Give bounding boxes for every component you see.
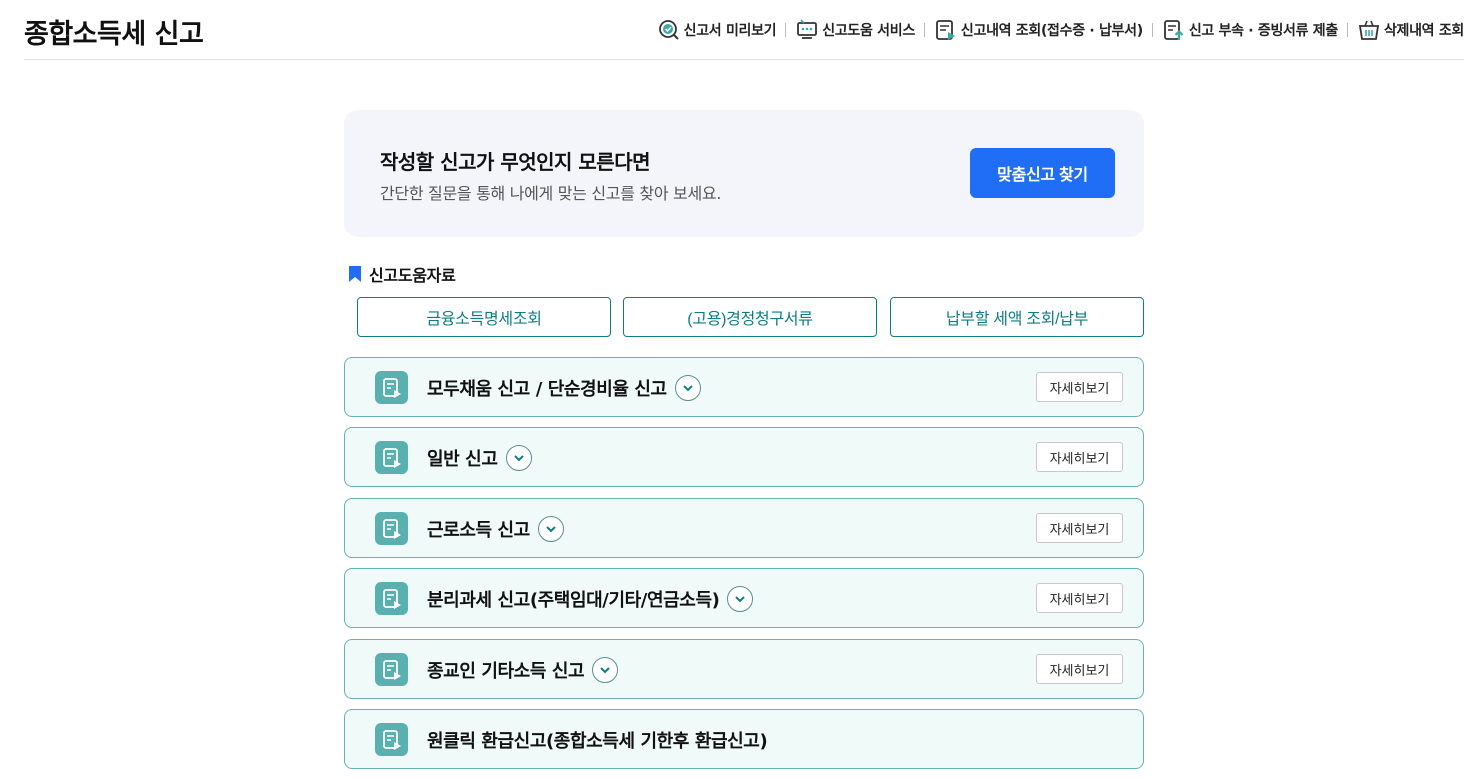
nav-divider [1346,23,1348,37]
page-header: 종합소득세 신고 신고서 미리보기 신고도움 서비스 신고내역 조회(접수증 ·… [24,0,1464,60]
nav-preview[interactable]: 신고서 미리보기 [657,18,777,42]
chevron-down-icon[interactable] [505,445,532,471]
custom-filing-banner: 작성할 신고가 무엇인지 모른다면 간단한 질문을 통해 나에게 맞는 신고를 … [344,110,1144,237]
filing-card-religious[interactable]: 종교인 기타소득 신고 자세히보기 [344,639,1144,699]
help-materials-buttons: 금융소득명세조회 (고용)경정청구서류 납부할 세액 조회/납부 [357,297,1144,337]
chevron-down-icon[interactable] [674,375,701,401]
filing-card-label: 모두채움 신고 / 단순경비율 신고 [427,375,701,403]
chevron-down-icon[interactable] [727,586,754,612]
filing-card-simple-expense[interactable]: 모두채움 신고 / 단순경비율 신고 자세히보기 [344,357,1144,417]
page-title: 종합소득세 신고 [24,19,204,50]
nav-submit-docs[interactable]: 신고 부속 · 증빙서류 제출 [1162,18,1338,42]
nav-divider [923,23,925,37]
filing-doc-icon [375,371,408,404]
help-materials-title: 신고도움자료 [369,266,456,285]
nav-label: 신고 부속 · 증빙서류 제출 [1188,23,1338,39]
filing-card-separate-tax[interactable]: 분리과세 신고(주택임대/기타/연금소득) 자세히보기 [344,568,1144,628]
bookmark-icon [349,266,361,282]
filing-card-label: 종교인 기타소득 신고 [427,657,619,685]
detail-button[interactable]: 자세히보기 [1036,654,1123,684]
chevron-down-icon[interactable] [537,516,564,542]
top-nav: 신고서 미리보기 신고도움 서비스 신고내역 조회(접수증 · 납부서) 신고 … [657,18,1464,42]
filing-card-general[interactable]: 일반 신고 자세히보기 [344,427,1144,487]
filing-doc-icon [375,582,408,615]
filing-card-label: 분리과세 신고(주택임대/기타/연금소득) [427,586,754,614]
filing-doc-icon [375,441,408,474]
detail-button[interactable]: 자세히보기 [1036,442,1123,472]
preview-check-icon [658,20,679,40]
history-doc-icon [936,20,955,40]
financial-income-lookup-button[interactable]: 금융소득명세조회 [357,297,611,337]
detail-button[interactable]: 자세히보기 [1036,583,1123,613]
filing-card-label: 원클릭 환급신고(종합소득세 기한후 환급신고) [427,731,768,752]
find-custom-filing-button[interactable]: 맞춤신고 찾기 [970,148,1115,198]
nav-label: 신고서 미리보기 [683,23,777,39]
filing-card-one-click-refund[interactable]: 원클릭 환급신고(종합소득세 기한후 환급신고) [344,709,1144,769]
filing-doc-icon [375,653,408,686]
nav-divider [1151,23,1153,37]
nav-help-service[interactable]: 신고도움 서비스 [795,18,915,42]
nav-divider [785,23,787,37]
correction-claim-docs-button[interactable]: (고용)경정청구서류 [623,297,877,337]
nav-label: 신고내역 조회(접수증 · 납부서) [960,23,1143,39]
filing-doc-icon [375,723,408,756]
detail-button[interactable]: 자세히보기 [1036,513,1123,543]
nav-label: 삭제내역 조회 [1383,23,1464,39]
filing-card-label: 일반 신고 [427,445,532,473]
upload-doc-icon [1163,20,1184,40]
nav-history[interactable]: 신고내역 조회(접수증 · 납부서) [934,18,1143,42]
trash-basket-icon [1358,20,1379,40]
filing-card-earned-income[interactable]: 근로소득 신고 자세히보기 [344,498,1144,558]
banner-title: 작성할 신고가 무엇인지 모른다면 [380,150,651,174]
chevron-down-icon[interactable] [592,657,619,683]
help-materials-heading: 신고도움자료 [347,262,456,286]
filing-card-label: 근로소득 신고 [427,516,564,544]
detail-button[interactable]: 자세히보기 [1036,372,1123,402]
help-monitor-icon [797,19,818,39]
nav-deleted[interactable]: 삭제내역 조회 [1357,18,1464,42]
banner-subtitle: 간단한 질문을 통해 나에게 맞는 신고를 찾아 보세요. [380,184,722,203]
nav-label: 신고도움 서비스 [822,23,915,39]
tax-payment-lookup-button[interactable]: 납부할 세액 조회/납부 [890,297,1144,337]
filing-doc-icon [375,512,408,545]
